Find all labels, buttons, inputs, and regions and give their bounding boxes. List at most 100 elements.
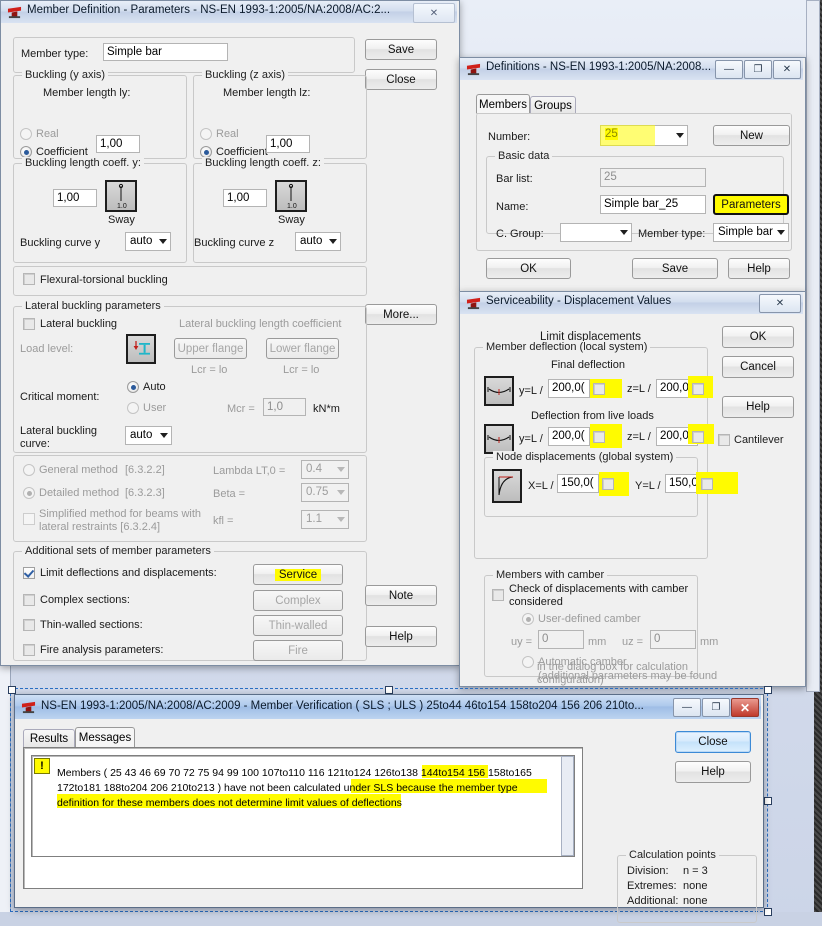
final-y-input[interactable]: 200,0(	[548, 379, 590, 398]
general-method-radio[interactable]	[23, 464, 35, 476]
definitions-help-button[interactable]: Help	[728, 258, 790, 279]
verification-help-button[interactable]: Help	[675, 761, 751, 783]
buckling-length-coeff-z-input[interactable]: 1,00	[223, 189, 267, 207]
simplified-method-checkbox[interactable]	[23, 513, 35, 525]
definitions-window-buttons: — ❐ ✕	[715, 60, 801, 79]
name-input[interactable]: Simple bar_25	[600, 195, 706, 214]
resize-handle-se[interactable]	[764, 908, 772, 916]
member-verification-window[interactable]: NS-EN 1993-1:2005/NA:2008/AC:2009 - Memb…	[14, 694, 764, 923]
help-button[interactable]: Help	[365, 626, 437, 647]
sway-z-icon-button[interactable]: 1.0	[275, 180, 307, 212]
camber-check-checkbox[interactable]	[492, 589, 504, 601]
resize-handle-ne[interactable]	[764, 686, 772, 694]
definitions-window[interactable]: Definitions - NS-EN 1993-1:2005/NA:2008.…	[459, 57, 806, 292]
live-deflection-icon-button[interactable]	[484, 424, 514, 454]
buckling-curve-y-combo[interactable]: auto	[125, 232, 171, 251]
beta-combo[interactable]: 0.75	[301, 483, 349, 502]
kfl-combo[interactable]: 1.1	[301, 510, 349, 529]
new-button[interactable]: New	[713, 125, 790, 146]
thin-walled-button[interactable]: Thin-walled	[253, 615, 343, 636]
buckling-y-real-radio[interactable]	[20, 128, 32, 140]
final-deflection-icon-button[interactable]	[484, 376, 514, 406]
tab-groups[interactable]: Groups	[530, 96, 576, 114]
node-x-checkbox[interactable]	[602, 478, 614, 490]
cantilever-checkbox[interactable]	[718, 434, 730, 446]
final-y-checkbox[interactable]	[593, 383, 605, 395]
messages-scrollbar[interactable]	[561, 756, 574, 856]
note-button[interactable]: Note	[365, 585, 437, 606]
parameters-button[interactable]: Parameters	[713, 194, 789, 215]
definitions-titlebar[interactable]: Definitions - NS-EN 1993-1:2005/NA:2008.…	[460, 58, 803, 81]
node-displacement-icon-button[interactable]	[492, 469, 522, 503]
close-icon[interactable]: ✕	[773, 60, 801, 79]
live-z-checkbox[interactable]	[692, 431, 704, 443]
resize-handle-n[interactable]	[385, 686, 393, 694]
maximize-icon[interactable]: ❐	[744, 60, 772, 79]
fire-analysis-checkbox[interactable]	[23, 644, 35, 656]
lambda-combo[interactable]: 0.4	[301, 460, 349, 479]
cgroup-combo[interactable]	[560, 223, 632, 242]
upper-flange-button[interactable]: Upper flange	[174, 338, 247, 359]
critical-moment-user-radio[interactable]	[127, 402, 139, 414]
serviceability-titlebar[interactable]: Serviceability - Displacement Values ✕	[460, 292, 803, 315]
member-definition-parameters-window[interactable]: Member Definition - Parameters - NS-EN 1…	[0, 0, 460, 666]
serviceability-cancel-button[interactable]: Cancel	[722, 356, 794, 378]
minimize-icon[interactable]: —	[715, 60, 743, 79]
background-scrollbar[interactable]	[806, 0, 820, 692]
serviceability-ok-button[interactable]: OK	[722, 326, 794, 348]
close-icon[interactable]: ✕	[731, 698, 759, 717]
buckling-z-coefficient-input[interactable]: 1,00	[266, 135, 310, 153]
tab-members[interactable]: Members	[476, 94, 530, 114]
fire-button[interactable]: Fire	[253, 640, 343, 661]
complex-sections-checkbox[interactable]	[23, 594, 35, 606]
complex-button[interactable]: Complex	[253, 590, 343, 611]
verification-close-button[interactable]: Close	[675, 731, 751, 753]
bar-list-input[interactable]: 25	[600, 168, 706, 187]
definitions-ok-button[interactable]: OK	[486, 258, 571, 279]
tab-messages[interactable]: Messages	[75, 727, 135, 748]
uy-input[interactable]: 0	[538, 630, 584, 649]
buckling-y-coefficient-input[interactable]: 1,00	[96, 135, 140, 153]
member-params-titlebar[interactable]: Member Definition - Parameters - NS-EN 1…	[1, 1, 457, 24]
maximize-icon[interactable]: ❐	[702, 698, 730, 717]
member-type-input[interactable]: Simple bar	[103, 43, 228, 61]
verification-titlebar[interactable]: NS-EN 1993-1:2005/NA:2008/AC:2009 - Memb…	[15, 695, 761, 720]
lower-flange-button[interactable]: Lower flange	[266, 338, 339, 359]
sway-y-icon-button[interactable]: 1.0	[105, 180, 137, 212]
detailed-method-radio[interactable]	[23, 487, 35, 499]
close-icon[interactable]: ✕	[759, 294, 801, 313]
uz-input[interactable]: 0	[650, 630, 696, 649]
serviceability-window[interactable]: Serviceability - Displacement Values ✕ L…	[459, 291, 806, 687]
final-z-checkbox[interactable]	[692, 383, 704, 395]
live-y-checkbox[interactable]	[593, 431, 605, 443]
tab-results[interactable]: Results	[23, 729, 75, 748]
lateral-curve-combo[interactable]: auto	[125, 426, 172, 445]
definitions-save-button[interactable]: Save	[632, 258, 718, 279]
load-level-icon-button[interactable]	[126, 334, 156, 364]
resize-handle-e[interactable]	[764, 797, 772, 805]
resize-handle-nw[interactable]	[8, 686, 16, 694]
live-y-input[interactable]: 200,0(	[548, 427, 590, 446]
buckling-curve-z-combo[interactable]: auto	[295, 232, 341, 251]
minimize-icon[interactable]: —	[673, 698, 701, 717]
mcr-input[interactable]: 1,0	[263, 398, 306, 416]
node-y-checkbox[interactable]	[701, 478, 713, 490]
close-icon[interactable]: ✕	[413, 3, 455, 23]
user-camber-radio[interactable]	[522, 613, 534, 625]
limit-deflections-checkbox[interactable]	[23, 567, 35, 579]
more-button[interactable]: More...	[365, 304, 437, 325]
definitions-member-type-combo[interactable]: Simple bar	[713, 223, 789, 242]
serviceability-help-button[interactable]: Help	[722, 396, 794, 418]
critical-moment-auto-radio[interactable]	[127, 381, 139, 393]
save-button[interactable]: Save	[365, 39, 437, 60]
thin-walled-checkbox[interactable]	[23, 619, 35, 631]
service-button[interactable]: Service	[253, 564, 343, 585]
flexural-torsional-checkbox[interactable]	[23, 273, 35, 285]
lateral-buckling-checkbox[interactable]	[23, 318, 35, 330]
node-x-input[interactable]: 150,0(	[557, 474, 599, 493]
buckling-z-real-radio[interactable]	[200, 128, 212, 140]
lcr-lower-label: Lcr = lo	[283, 364, 320, 376]
close-button[interactable]: Close	[365, 69, 437, 90]
automatic-camber-radio[interactable]	[522, 656, 534, 668]
buckling-length-coeff-y-input[interactable]: 1,00	[53, 189, 97, 207]
